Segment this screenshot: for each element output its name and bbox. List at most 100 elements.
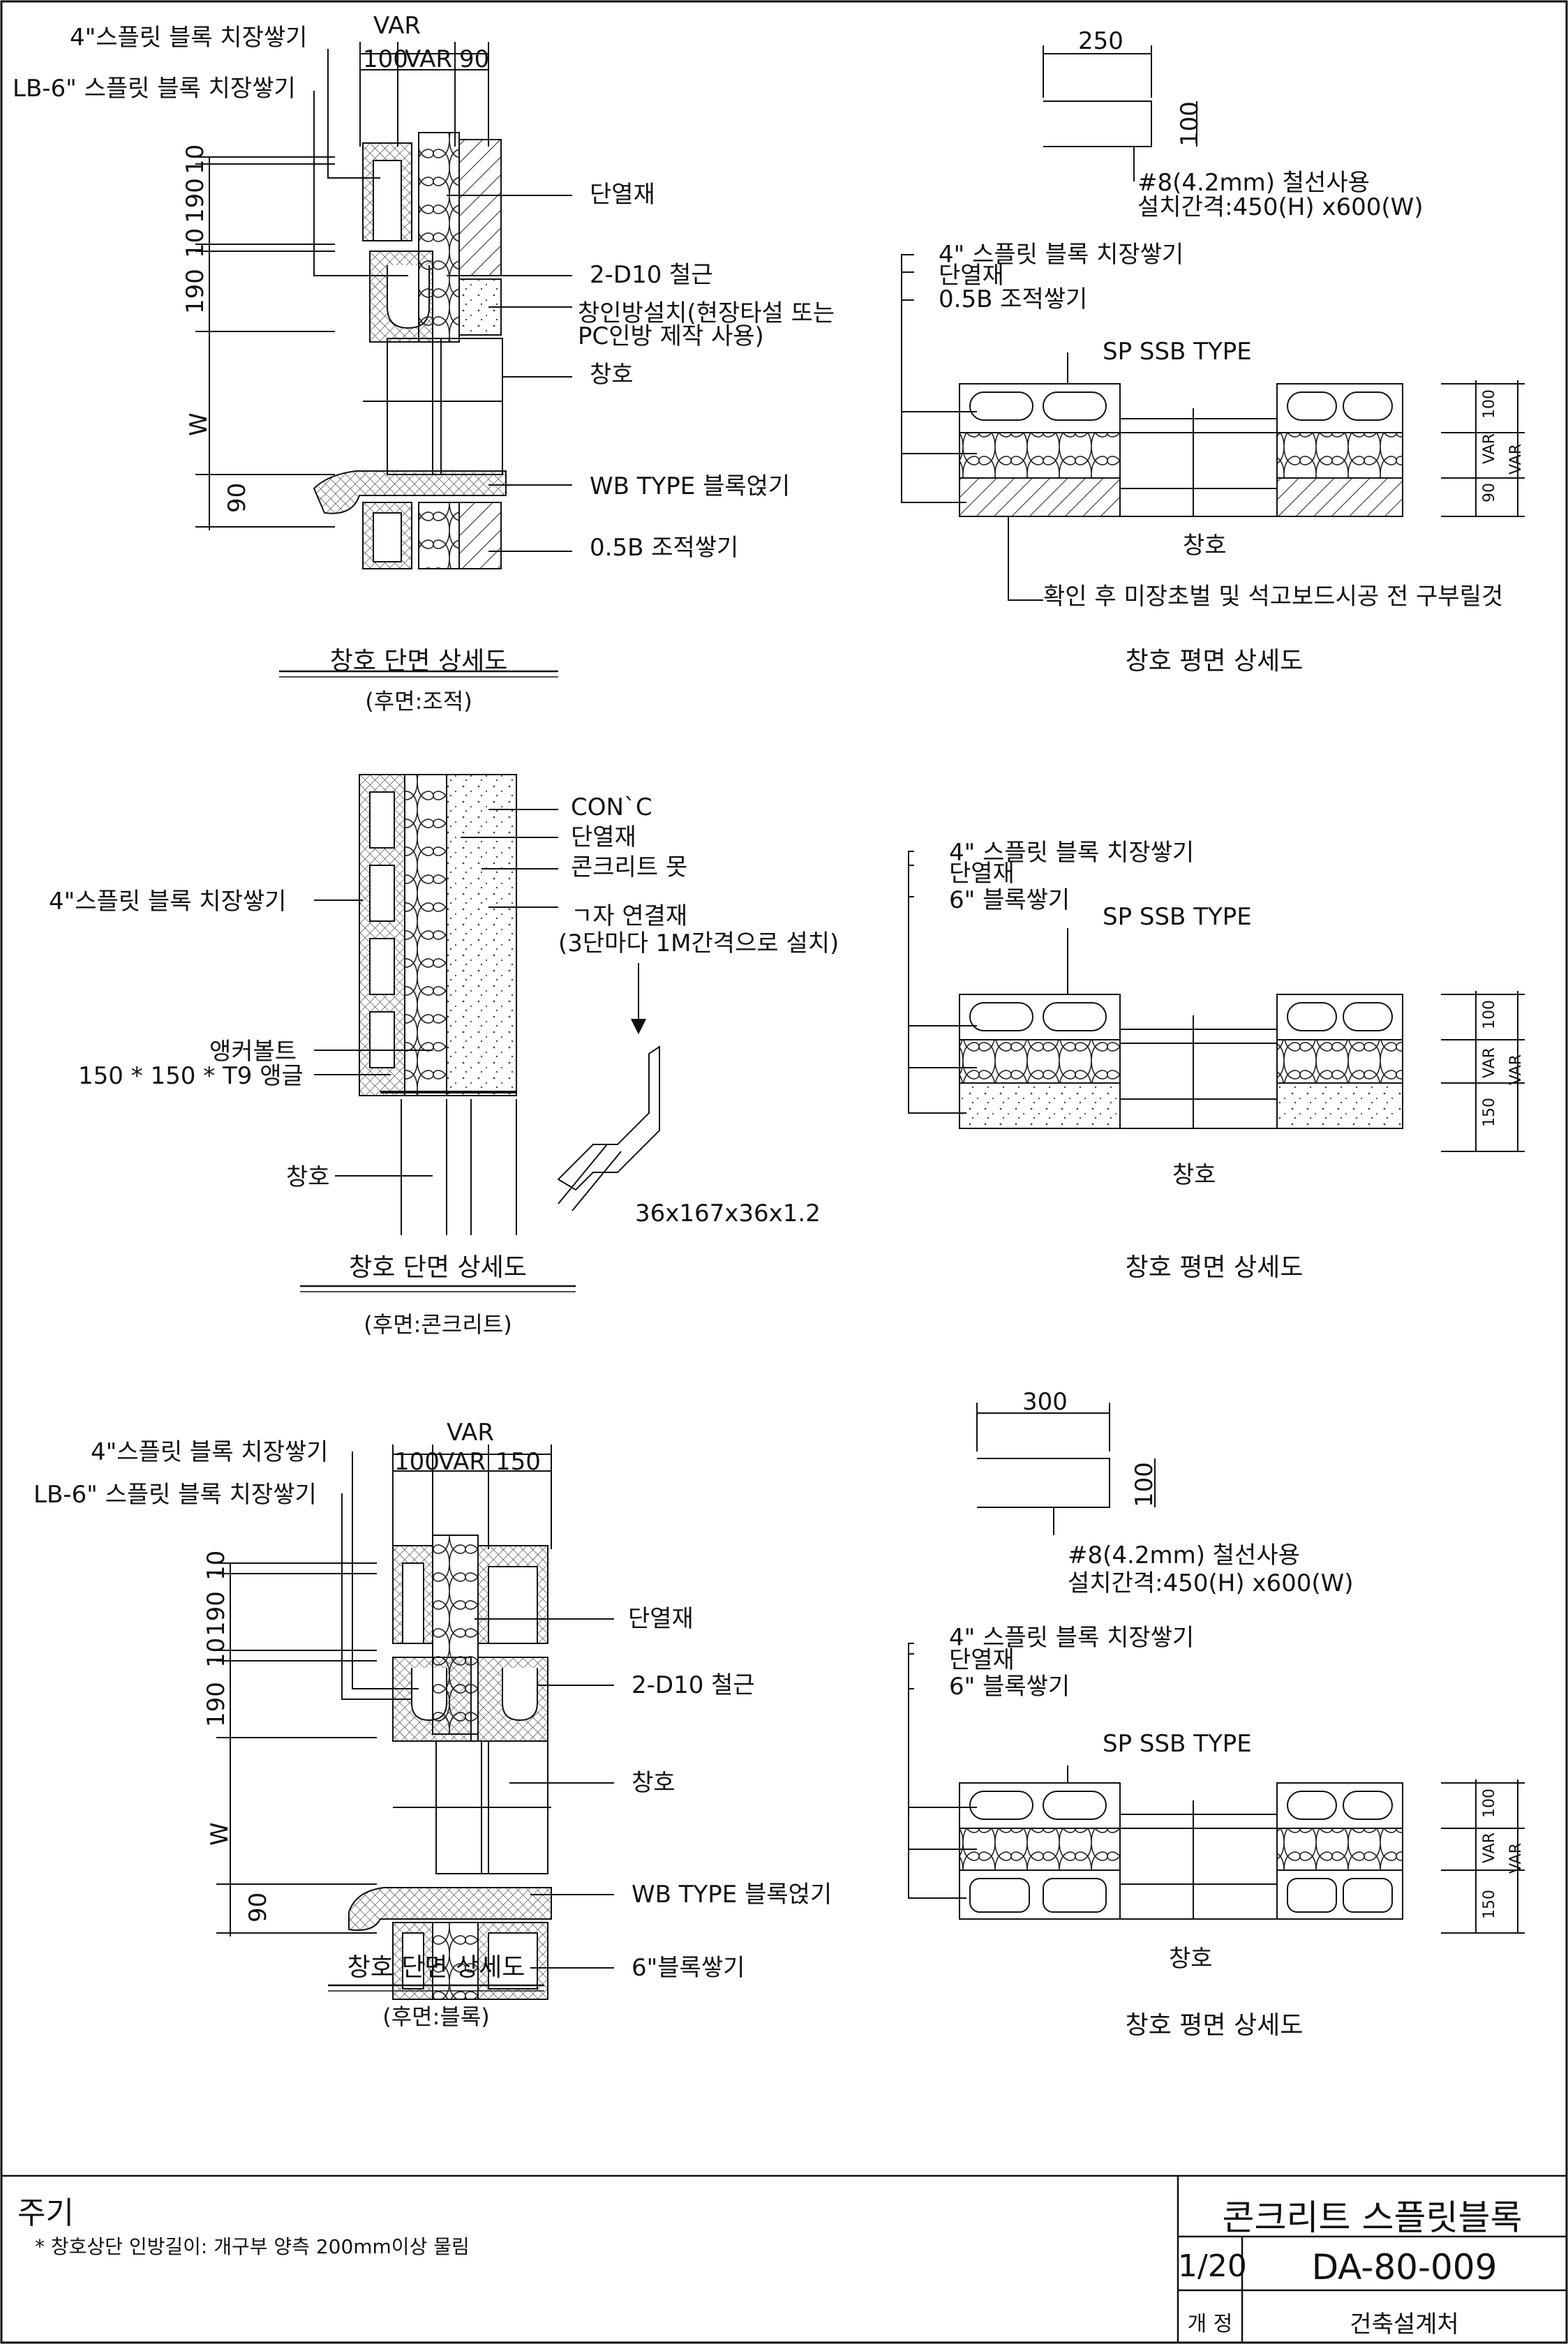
section-1-title: 창호 단면 상세도 xyxy=(329,647,508,675)
drawing-sheet xyxy=(0,0,1568,2344)
organization: 건축설계처 xyxy=(1350,2311,1459,2338)
pdim-var-total: VAR xyxy=(1507,1843,1525,1874)
section-2-title: 창호 단면 상세도 xyxy=(349,1253,527,1282)
section-3-drawing xyxy=(216,1445,614,2000)
label-lintel-1: 창인방설치(현장타설 또는 xyxy=(578,299,835,327)
section-2-drawing xyxy=(300,774,660,1292)
vdim-90: 90 xyxy=(223,482,251,513)
label-lb6-block: LB-6" 스플릿 블록 치장쌓기 xyxy=(13,75,296,103)
wire-note-2: 설치간격:450(H) x600(W) xyxy=(1137,193,1424,221)
dim-100: 100 xyxy=(1130,1462,1158,1507)
plan-window: 창호 xyxy=(1169,1945,1213,1973)
dim-90: 90 xyxy=(459,45,490,73)
sp-ssb-type: SP SSB TYPE xyxy=(1103,338,1252,366)
pdim-var: VAR xyxy=(1481,433,1498,464)
label-angle: 150 * 150 * T9 앵글 xyxy=(78,1062,304,1090)
section-3-subtitle: (후면:블록) xyxy=(382,2003,490,2030)
label-split-block: 4"스플릿 블록 치장쌓기 xyxy=(49,888,287,916)
vdim-90: 90 xyxy=(244,1892,272,1923)
dim-100: 100 xyxy=(1176,101,1204,147)
section-1-drawing xyxy=(195,42,572,678)
vdim-10b: 10 xyxy=(181,227,209,258)
vdim-10a: 10 xyxy=(181,144,209,174)
plan-label-2: 단열재 xyxy=(939,262,1004,290)
plan-label-3: 6" 블록쌓기 xyxy=(949,886,1070,914)
vdim-190a: 190 xyxy=(181,178,209,223)
dim-var-2: VAR xyxy=(405,45,452,73)
label-brick: 0.5B 조적쌓기 xyxy=(590,534,739,562)
pdim-100: 100 xyxy=(1481,1789,1498,1818)
plan-window: 창호 xyxy=(1172,1161,1216,1189)
label-lintel-2: PC인방 제작 사용) xyxy=(578,322,764,350)
label-wb-type: WB TYPE 블록얹기 xyxy=(590,472,791,500)
notes-line: * 창호상단 인방길이: 개구부 양측 200mm이상 물림 xyxy=(35,2235,470,2258)
label-tie-1: ㄱ자 연결재 xyxy=(571,902,688,930)
label-lb6-block: LB-6" 스플릿 블록 치장쌓기 xyxy=(33,1481,317,1509)
notes-heading: 주기 xyxy=(17,2195,74,2231)
label-insulation: 단열재 xyxy=(571,823,636,851)
label-anchor-bolt: 앵커볼트 xyxy=(209,1038,297,1066)
sheet-border xyxy=(0,0,1568,2344)
dim-100: 100 xyxy=(394,1448,440,1476)
plan-label-3: 0.5B 조적쌓기 xyxy=(939,285,1088,313)
plan-1-title: 창호 평면 상세도 xyxy=(1125,647,1304,675)
wire-note-2: 설치간격:450(H) x600(W) xyxy=(1068,1569,1354,1597)
label-concrete: CON`C xyxy=(571,793,652,821)
dim-100: 100 xyxy=(363,45,408,73)
section-3-title: 창호 단면 상세도 xyxy=(347,1953,525,1982)
pdim-var-total: VAR xyxy=(1507,444,1525,475)
dim-var: VAR xyxy=(373,12,421,40)
label-split-block: 4"스플릿 블록 치장쌓기 xyxy=(70,24,308,52)
drawing-title: 콘크리트 스플릿블록 xyxy=(1222,2197,1523,2238)
dim-150: 150 xyxy=(495,1448,541,1476)
drawing-number: DA-80-009 xyxy=(1311,2247,1498,2287)
vdim-w: W xyxy=(206,1822,234,1846)
plan-label-2: 단열재 xyxy=(949,1646,1015,1674)
vdim-190b: 190 xyxy=(202,1682,230,1727)
pdim-var: VAR xyxy=(1481,1047,1498,1078)
pdim-90: 90 xyxy=(1481,483,1498,502)
label-window: 창호 xyxy=(286,1163,330,1191)
vdim-190b: 190 xyxy=(181,269,209,314)
revision-label: 개 정 xyxy=(1187,2312,1233,2336)
pdim-150: 150 xyxy=(1481,1098,1498,1127)
label-wb-type: WB TYPE 블록얹기 xyxy=(632,1881,832,1909)
label-rebar: 2-D10 철근 xyxy=(590,261,713,289)
plan-note: 확인 후 미장초벌 및 석고보드시공 전 구부릴것 xyxy=(1043,583,1504,611)
label-concrete-nail: 콘크리트 못 xyxy=(571,853,688,881)
plan-1-drawing xyxy=(901,45,1525,601)
label-insulation: 단열재 xyxy=(628,1605,694,1633)
plan-label-2: 단열재 xyxy=(949,860,1015,888)
plan-3-title: 창호 평면 상세도 xyxy=(1125,2011,1304,2040)
pdim-100: 100 xyxy=(1481,1000,1498,1029)
vdim-10a: 10 xyxy=(202,1550,230,1581)
dim-250: 250 xyxy=(1078,27,1123,55)
pdim-var-total: VAR xyxy=(1507,1054,1525,1085)
pdim-100: 100 xyxy=(1481,389,1498,419)
vdim-10b: 10 xyxy=(202,1637,230,1668)
section-2-subtitle: (후면:콘크리트) xyxy=(364,1311,512,1338)
sp-ssb-type: SP SSB TYPE xyxy=(1103,903,1252,931)
pdim-var: VAR xyxy=(1481,1832,1498,1863)
plan-window: 창호 xyxy=(1183,532,1227,560)
sp-ssb-type: SP SSB TYPE xyxy=(1103,1730,1252,1758)
label-bracket-dims: 36x167x36x1.2 xyxy=(635,1200,821,1227)
label-rebar: 2-D10 철근 xyxy=(632,1671,755,1699)
vdim-190a: 190 xyxy=(202,1591,230,1636)
plan-label-3: 6" 블록쌓기 xyxy=(949,1673,1070,1701)
dim-300: 300 xyxy=(1022,1388,1068,1416)
label-insulation: 단열재 xyxy=(590,181,655,209)
label-split-block: 4"스플릿 블록 치장쌓기 xyxy=(91,1438,329,1466)
pdim-150: 150 xyxy=(1481,1890,1498,1919)
dim-var-2: VAR xyxy=(438,1448,486,1476)
label-block: 6"블록쌓기 xyxy=(632,1954,745,1982)
section-1-subtitle: (후면:조적) xyxy=(365,688,472,715)
wire-note-1: #8(4.2mm) 철선사용 xyxy=(1068,1541,1300,1569)
plan-2-title: 창호 평면 상세도 xyxy=(1125,1253,1304,1282)
dim-var: VAR xyxy=(447,1419,494,1447)
label-window: 창호 xyxy=(632,1769,675,1797)
drawing-scale: 1/20 xyxy=(1178,2248,1247,2284)
label-tie-2: (3단마다 1M간격으로 설치) xyxy=(558,930,839,957)
wire-note-1: #8(4.2mm) 철선사용 xyxy=(1137,169,1370,197)
label-window: 창호 xyxy=(590,361,634,389)
